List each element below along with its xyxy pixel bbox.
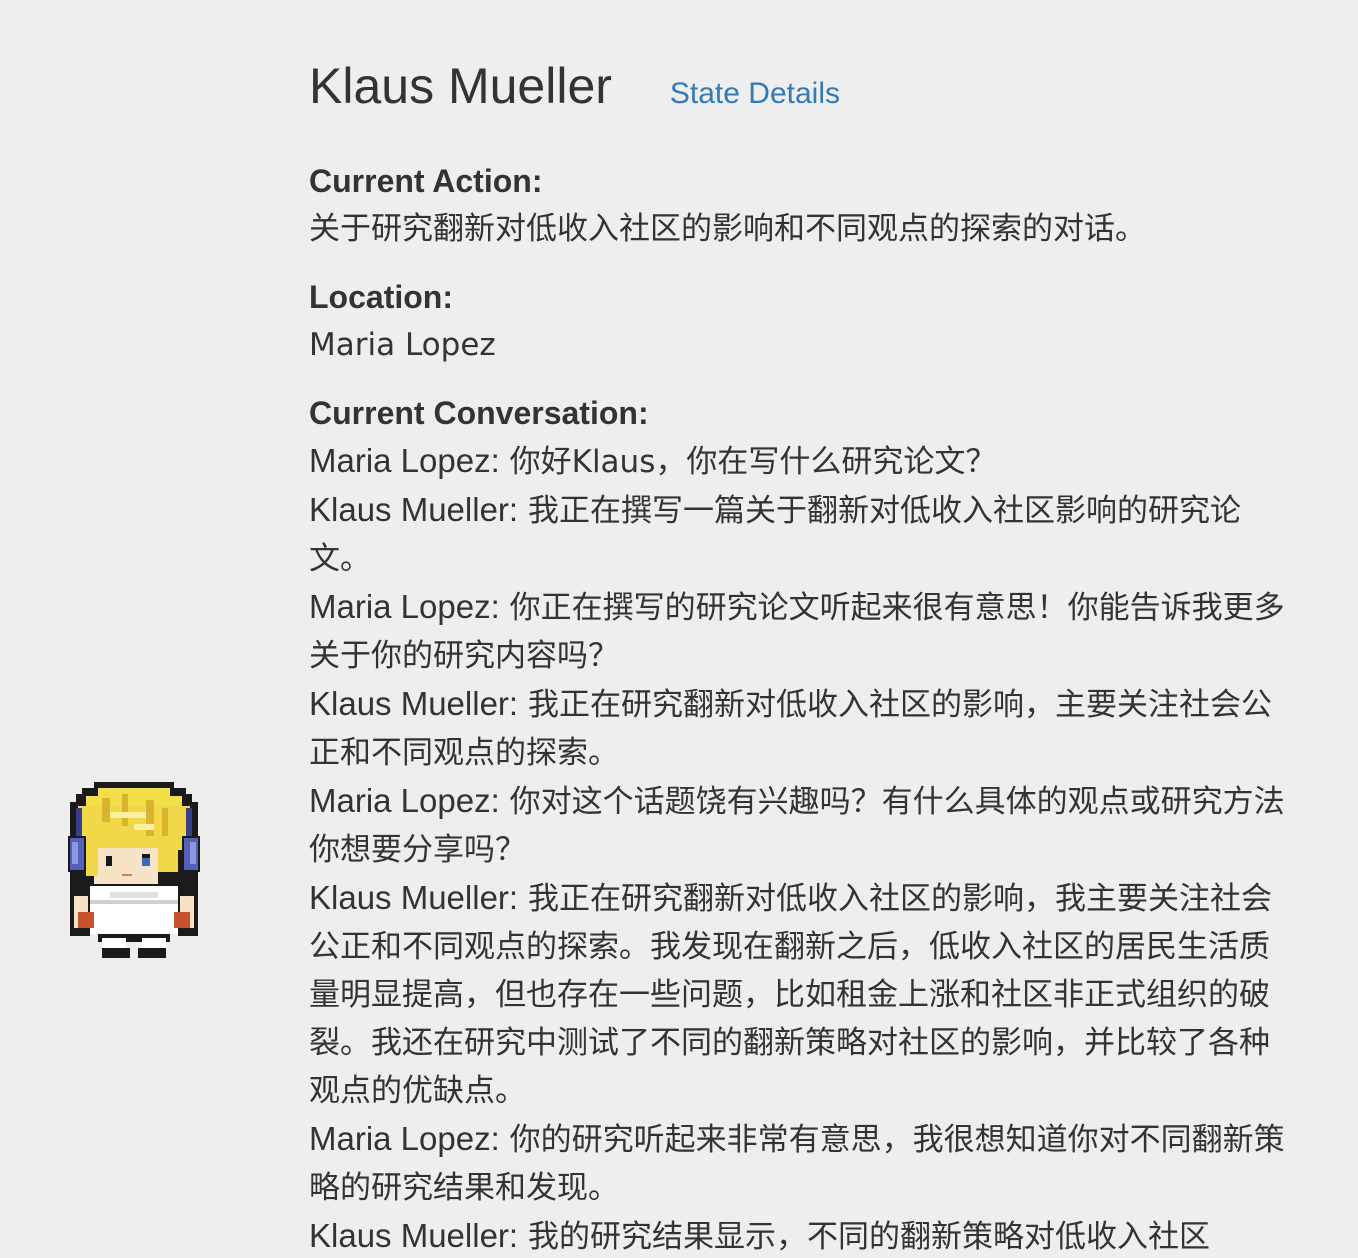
location-label: Location:	[309, 279, 453, 315]
conversation-text: 你好Klaus，你在写什么研究论文？	[499, 444, 997, 480]
persona-panel: Klaus Mueller State Details Current Acti…	[309, 54, 1294, 1258]
conversation-label: Current Conversation:	[309, 395, 649, 431]
conversation-speaker: Klaus Mueller:	[309, 491, 519, 528]
conversation-line: Maria Lopez: 你对这个话题饶有兴趣吗？有什么具体的观点或研究方法你想…	[309, 777, 1294, 874]
current-action-value: 关于研究翻新对低收入社区的影响和不同观点的探索的对话。	[309, 211, 1146, 247]
conversation-speaker: Maria Lopez:	[309, 1120, 500, 1157]
conversation-speaker: Maria Lopez:	[309, 442, 500, 479]
persona-avatar	[66, 780, 202, 958]
conversation-line: Klaus Mueller: 我正在研究翻新对低收入社区的影响，主要关注社会公正…	[309, 680, 1294, 777]
conversation-line: Klaus Mueller: 我正在撰写一篇关于翻新对低收入社区影响的研究论文。	[309, 486, 1294, 583]
location-section: Location: Maria Lopez	[309, 273, 1294, 369]
conversation-speaker: Klaus Mueller:	[309, 879, 519, 916]
current-action-section: Current Action: 关于研究翻新对低收入社区的影响和不同观点的探索的…	[309, 157, 1294, 253]
conversation-speaker: Klaus Mueller:	[309, 685, 519, 722]
current-action-label: Current Action:	[309, 163, 543, 199]
conversation-speaker: Klaus Mueller:	[309, 1217, 519, 1254]
state-details-link[interactable]: State Details	[670, 77, 840, 111]
location-value: Maria Lopez	[309, 327, 496, 363]
conversation-line: Maria Lopez: 你好Klaus，你在写什么研究论文？	[309, 437, 1294, 486]
avatar-sprite	[68, 782, 200, 958]
conversation-speaker: Maria Lopez:	[309, 782, 500, 819]
conversation-line: Maria Lopez: 你正在撰写的研究论文听起来很有意思！你能告诉我更多关于…	[309, 583, 1294, 680]
conversation-line: Klaus Mueller: 我的研究结果显示，不同的翻新策略对低收入社区	[309, 1212, 1294, 1258]
persona-name: Klaus Mueller	[309, 58, 612, 114]
conversation-log: Maria Lopez: 你好Klaus，你在写什么研究论文？ Klaus Mu…	[309, 437, 1294, 1258]
conversation-speaker: Maria Lopez:	[309, 588, 500, 625]
persona-header: Klaus Mueller State Details	[309, 54, 1294, 120]
conversation-section: Current Conversation: Maria Lopez: 你好Kla…	[309, 389, 1294, 1258]
conversation-line: Klaus Mueller: 我正在研究翻新对低收入社区的影响，我主要关注社会公…	[309, 874, 1294, 1115]
conversation-text: 我的研究结果显示，不同的翻新策略对低收入社区	[518, 1219, 1210, 1255]
conversation-line: Maria Lopez: 你的研究听起来非常有意思，我很想知道你对不同翻新策略的…	[309, 1115, 1294, 1212]
